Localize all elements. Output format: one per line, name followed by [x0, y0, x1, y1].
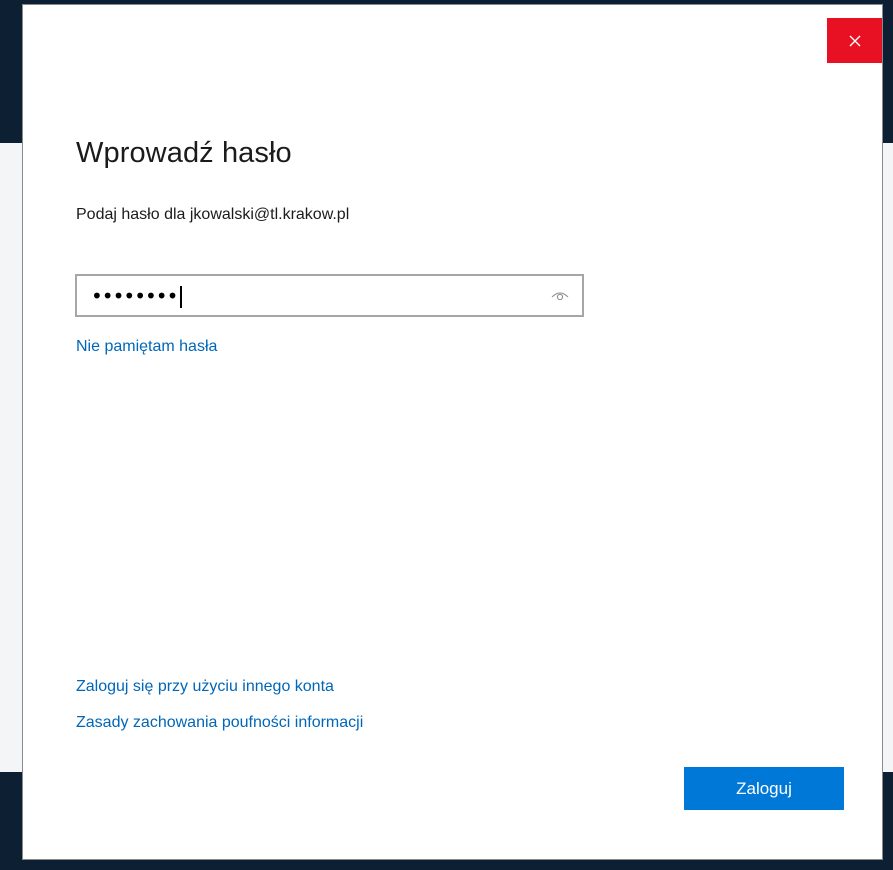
desktop-background	[0, 0, 22, 143]
desktop-background	[883, 772, 893, 870]
text-caret	[180, 285, 183, 308]
background-window-edge	[0, 143, 22, 772]
other-account-link[interactable]: Zaloguj się przy użyciu innego konta	[76, 678, 334, 696]
dialog-subtitle: Podaj hasło dla jkowalski@tl.krakow.pl	[76, 206, 350, 223]
desktop-background	[0, 772, 22, 870]
desktop-background	[0, 860, 893, 870]
privacy-policy-link[interactable]: Zasady zachowania poufności informacji	[76, 714, 363, 732]
password-field[interactable]: ••••••••	[75, 274, 584, 317]
dialog-title: Wprowadź hasło	[76, 137, 292, 169]
password-dialog: Wprowadź hasło Podaj hasło dla jkowalski…	[22, 4, 883, 860]
sign-in-button[interactable]: Zaloguj	[684, 767, 844, 810]
screen: Wprowadź hasło Podaj hasło dla jkowalski…	[0, 0, 893, 870]
desktop-background	[883, 0, 893, 143]
background-window-edge	[883, 143, 893, 772]
forgot-password-link[interactable]: Nie pamiętam hasła	[76, 338, 217, 356]
close-icon	[849, 35, 861, 47]
password-value[interactable]: ••••••••	[91, 284, 183, 309]
close-button[interactable]	[827, 18, 882, 63]
eye-icon[interactable]	[550, 288, 570, 302]
